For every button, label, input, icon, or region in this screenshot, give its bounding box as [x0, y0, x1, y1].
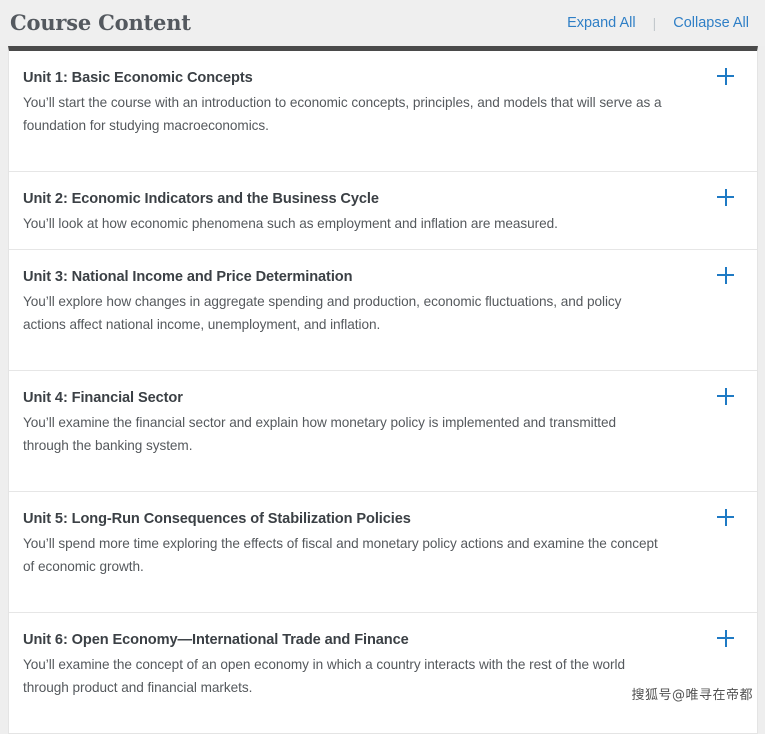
collapse-all-link[interactable]: Collapse All [673, 13, 749, 33]
unit-title: Unit 3: National Income and Price Determ… [23, 269, 353, 285]
page-header: Course Content Expand All | Collapse All [0, 0, 765, 46]
unit-description: You’ll explore how changes in aggregate … [23, 294, 622, 332]
course-content-page: Course Content Expand All | Collapse All… [0, 0, 765, 734]
unit-row[interactable]: Unit 6: Open Economy—International Trade… [9, 613, 757, 733]
plus-icon[interactable] [717, 188, 735, 206]
plus-icon[interactable] [717, 67, 735, 85]
unit-description: You’ll look at how economic phenomena su… [23, 216, 558, 231]
unit-description: You’ll examine the financial sector and … [23, 415, 617, 453]
unit-row[interactable]: Unit 5: Long-Run Consequences of Stabili… [9, 492, 757, 613]
plus-icon[interactable] [717, 508, 735, 526]
expand-all-link[interactable]: Expand All [567, 13, 636, 33]
unit-row[interactable]: Unit 1: Basic Economic Concepts You’ll s… [9, 51, 757, 172]
header-actions: Expand All | Collapse All [567, 13, 757, 33]
plus-icon[interactable] [717, 629, 735, 647]
unit-row[interactable]: Unit 4: Financial Sector You’ll examine … [9, 371, 757, 492]
unit-description: You’ll spend more time exploring the eff… [23, 536, 658, 574]
unit-description: You’ll examine the concept of an open ec… [23, 657, 625, 695]
plus-icon[interactable] [717, 387, 735, 405]
unit-description: You’ll start the course with an introduc… [23, 95, 662, 133]
page-title: Course Content [10, 10, 191, 35]
unit-title: Unit 1: Basic Economic Concepts [23, 70, 253, 86]
unit-title: Unit 6: Open Economy—International Trade… [23, 632, 409, 648]
units-accordion: Unit 1: Basic Economic Concepts You’ll s… [8, 46, 758, 734]
unit-title: Unit 2: Economic Indicators and the Busi… [23, 191, 379, 207]
unit-row[interactable]: Unit 3: National Income and Price Determ… [9, 250, 757, 371]
header-separator: | [652, 15, 657, 31]
plus-icon[interactable] [717, 266, 735, 284]
unit-title: Unit 4: Financial Sector [23, 390, 183, 406]
watermark: 搜狐号@唯寻在帝都 [631, 688, 753, 703]
unit-title: Unit 5: Long-Run Consequences of Stabili… [23, 511, 411, 527]
unit-row[interactable]: Unit 2: Economic Indicators and the Busi… [9, 172, 757, 250]
